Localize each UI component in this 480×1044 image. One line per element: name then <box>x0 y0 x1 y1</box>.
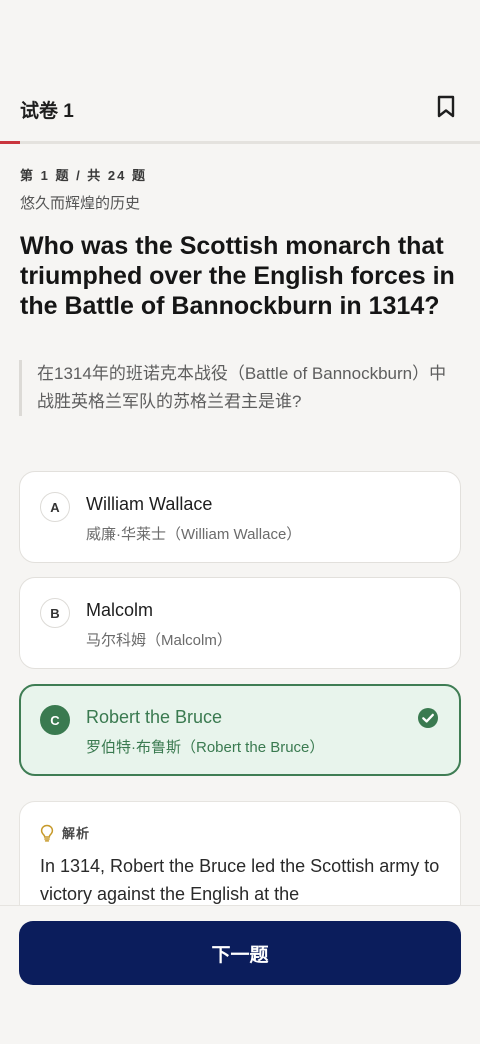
progress-bar <box>0 141 480 144</box>
option-letter: B <box>40 598 70 628</box>
analysis-label: 解析 <box>62 826 91 841</box>
analysis-header: 解析 <box>40 823 90 842</box>
bookmark-button[interactable] <box>434 94 458 120</box>
option-text: William Wallace <box>86 494 213 514</box>
page-title: 试卷 1 <box>20 101 74 122</box>
option-text: Malcolm <box>86 600 154 620</box>
option-text: Robert the Bruce <box>86 707 223 727</box>
option-letter: C <box>40 705 70 735</box>
question-translation: 在1314年的班诺克本战役（Battle of Bannockburn）中战胜英… <box>19 360 449 416</box>
question-category: 悠久而辉煌的历史 <box>20 195 141 212</box>
option-c[interactable]: C Robert the Bruce 罗伯特·布鲁斯（Robert the Br… <box>19 684 461 776</box>
question-text: Who was the Scottish monarch that triump… <box>20 232 455 320</box>
lightbulb-icon <box>40 824 54 842</box>
header: 试卷 1 <box>0 0 480 141</box>
analysis-text: In 1314, Robert the Bruce led the Scotti… <box>40 856 440 904</box>
check-circle-icon <box>418 708 438 728</box>
option-translation: 罗伯特·布鲁斯（Robert the Bruce） <box>86 739 325 756</box>
option-translation: 马尔科姆（Malcolm） <box>86 632 232 649</box>
bookmark-icon <box>437 95 455 118</box>
question-counter: 第 1 题 / 共 24 题 <box>20 168 147 183</box>
option-a[interactable]: A William Wallace 威廉·华莱士（William Wallace… <box>19 471 461 563</box>
progress-fill <box>0 141 20 144</box>
option-letter: A <box>40 492 70 522</box>
quiz-screen: 试卷 1 第 1 题 / 共 24 题 悠久而辉煌的历史 Who was the… <box>0 0 480 1044</box>
option-translation: 威廉·华莱士（William Wallace） <box>86 526 302 543</box>
next-question-button[interactable]: 下一题 <box>19 921 461 985</box>
option-b[interactable]: B Malcolm 马尔科姆（Malcolm） <box>19 577 461 669</box>
footer: 下一题 <box>0 905 480 1044</box>
